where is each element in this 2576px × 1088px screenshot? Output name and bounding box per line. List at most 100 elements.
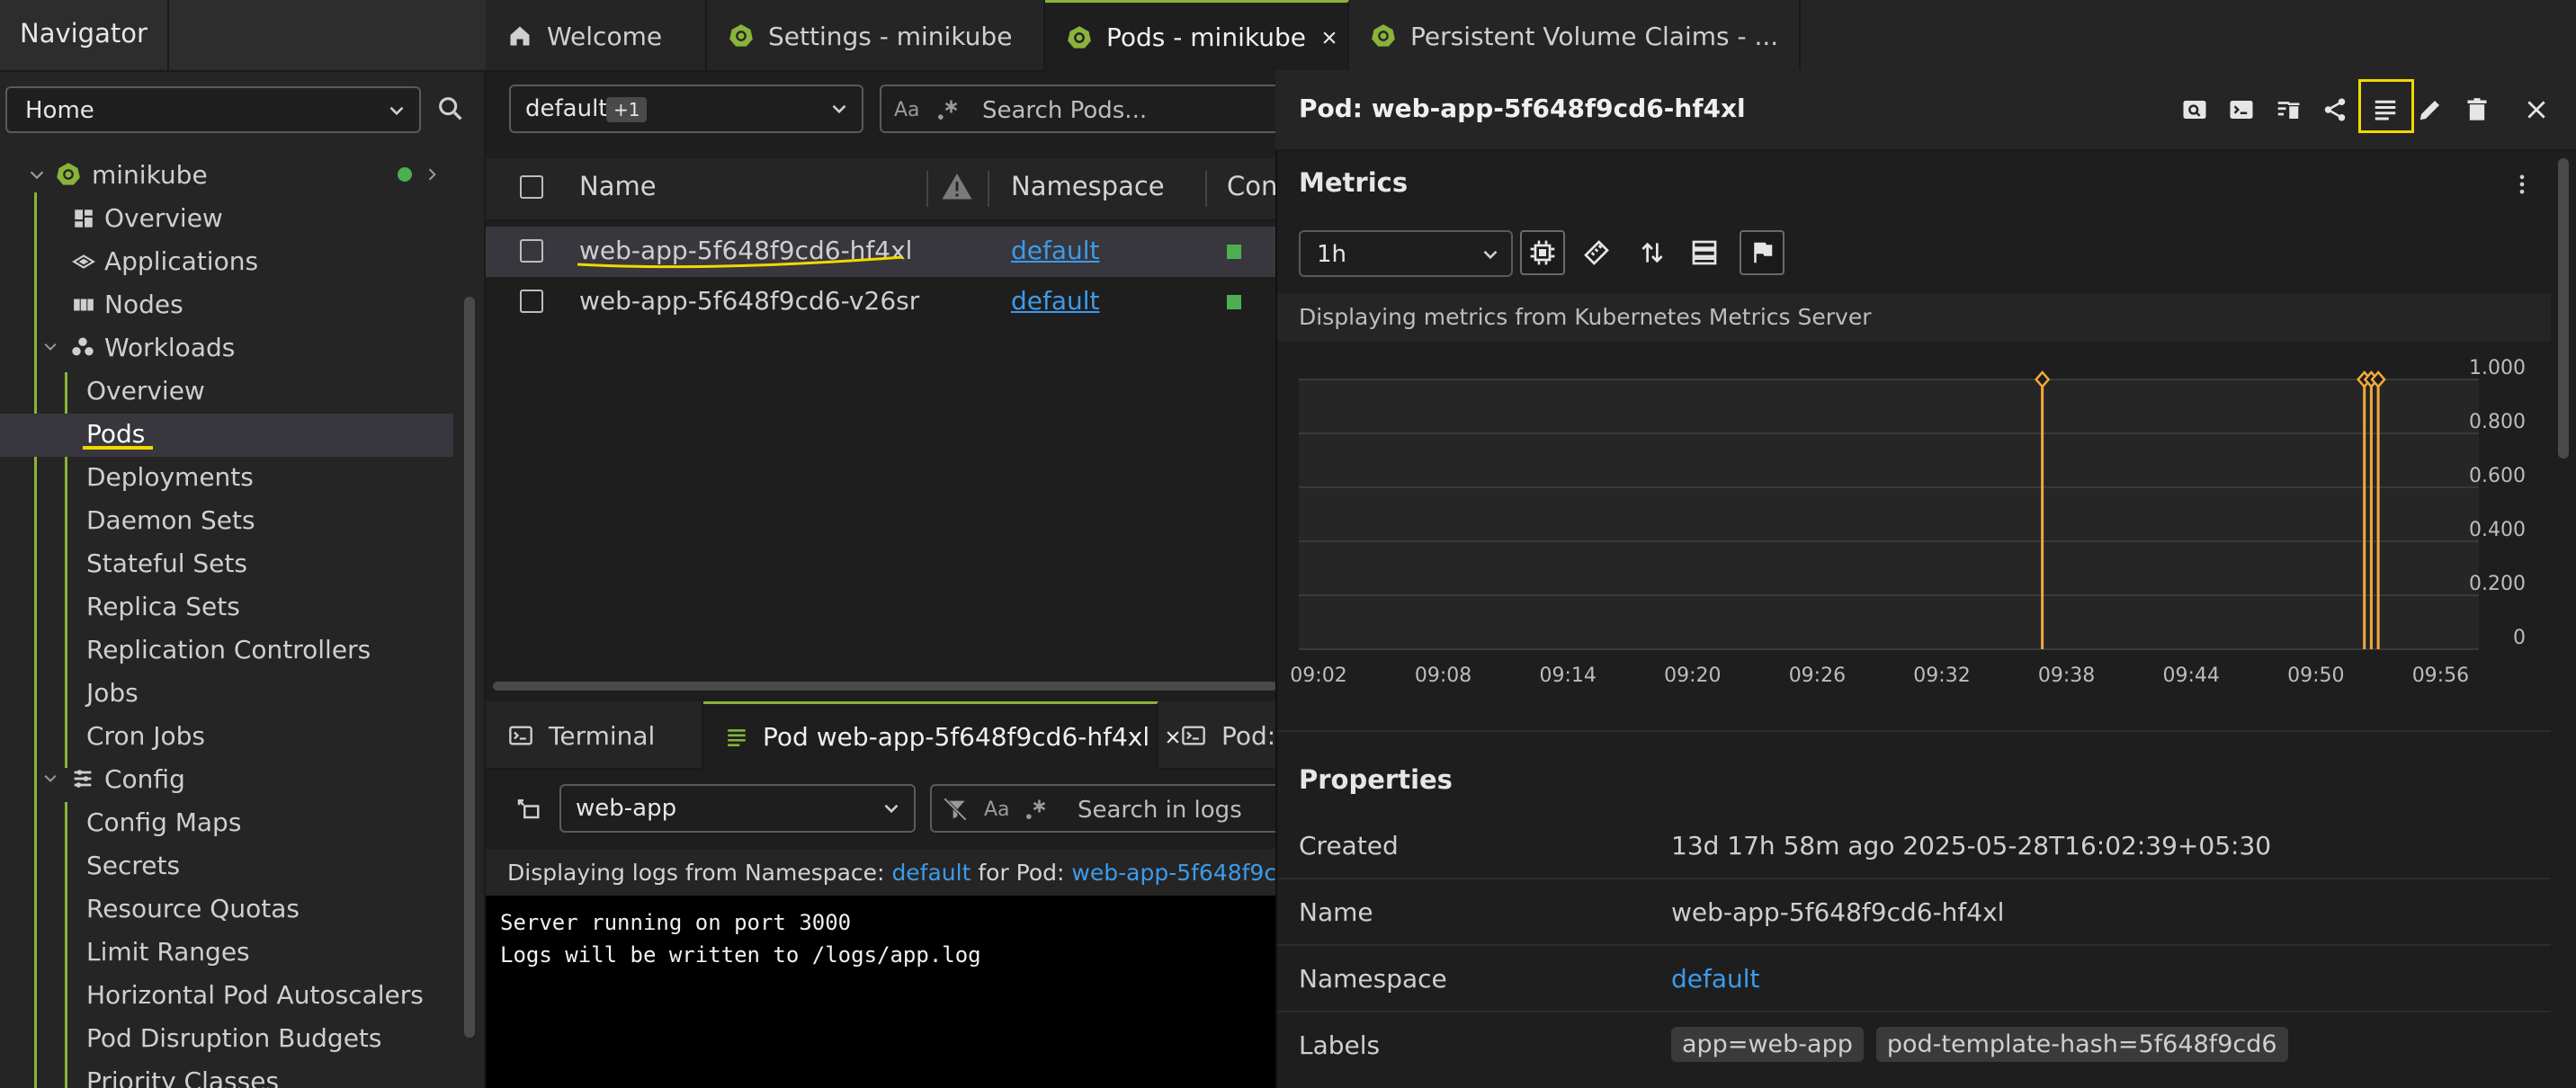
drawer-scrollbar[interactable]: [2558, 158, 2569, 459]
sidebar-item-cluster[interactable]: minikube: [92, 160, 208, 190]
sidebar-item-workloads-overview[interactable]: Overview: [86, 376, 205, 406]
sidebar-item-replica-sets[interactable]: Replica Sets: [86, 592, 240, 621]
namespace-select[interactable]: default +1: [509, 85, 863, 133]
container-status-indicator: [1227, 245, 1241, 259]
metrics-memory-tab[interactable]: [1574, 230, 1619, 275]
restore-icon[interactable]: [513, 795, 543, 822]
tab-settings[interactable]: Settings - minikube: [707, 0, 1045, 72]
pod-name[interactable]: web-app-5f648f9cd6-v26sr: [579, 286, 919, 316]
property-row-name: Name web-app-5f648f9cd6-hf4xl: [1277, 879, 2551, 946]
sidebar-scrollbar[interactable]: [464, 297, 475, 1038]
column-divider: [988, 171, 989, 207]
tab-persistent-volume-claims[interactable]: Persistent Volume Claims - ...: [1349, 0, 1801, 72]
sidebar-item-daemon-sets[interactable]: Daemon Sets: [86, 505, 255, 535]
row-checkbox[interactable]: [520, 239, 543, 263]
clear-filter-icon[interactable]: [943, 797, 968, 822]
sidebar-item-pdb[interactable]: Pod Disruption Budgets: [86, 1023, 381, 1053]
pod-namespace-link[interactable]: default: [1011, 236, 1100, 265]
select-all-checkbox[interactable]: [520, 175, 543, 199]
pod-shell-inspect-button[interactable]: [2177, 92, 2213, 128]
logs-info-prefix: Displaying logs from Namespace:: [507, 860, 885, 886]
sidebar-item-resource-quotas[interactable]: Resource Quotas: [86, 894, 300, 923]
tab-pods[interactable]: Pods - minikube: [1045, 0, 1349, 72]
table-row[interactable]: web-app-5f648f9cd6-v26sr default: [486, 277, 1277, 327]
sidebar-item-nodes[interactable]: Nodes: [104, 290, 183, 319]
search-pods-field[interactable]: Aa Search Pods...: [880, 85, 1293, 133]
pod-shell-button[interactable]: [2223, 92, 2259, 128]
regex-icon[interactable]: [935, 97, 961, 122]
sidebar-item-applications[interactable]: Applications: [104, 246, 258, 276]
chevron-down-icon: [1479, 243, 1502, 266]
edit-button[interactable]: [2412, 92, 2448, 128]
nodes-icon: [70, 293, 97, 317]
warning-icon[interactable]: [939, 171, 975, 203]
match-case-toggle[interactable]: Aa: [894, 99, 920, 121]
terminal-icon: [1180, 723, 1207, 748]
chevron-down-icon[interactable]: [41, 338, 59, 356]
property-row-labels: Labels app=web-app pod-template-hash=5f64…: [1277, 1012, 2551, 1088]
tab-label: Pods - minikube: [1106, 22, 1306, 52]
navigator-title: Navigator: [20, 18, 148, 49]
metrics-filesystem-tab[interactable]: [1682, 230, 1727, 275]
dock-tab-terminal[interactable]: Terminal: [486, 701, 703, 770]
property-row-namespace: Namespace default: [1277, 946, 2551, 1012]
sidebar-item-overview[interactable]: Overview: [104, 203, 223, 233]
delete-button[interactable]: [2459, 92, 2495, 128]
close-drawer-button[interactable]: [2518, 92, 2554, 128]
search-icon[interactable]: [435, 94, 466, 124]
sidebar-item-stateful-sets[interactable]: Stateful Sets: [86, 548, 247, 578]
sidebar-item-priority-classes[interactable]: Priority Classes: [86, 1066, 279, 1088]
metrics-events-tab[interactable]: [1740, 230, 1784, 275]
storage-icon: [1690, 238, 1719, 267]
workloads-icon: [70, 334, 95, 360]
pod-namespace-link[interactable]: default: [1011, 286, 1100, 316]
drawer-title: Pod: web-app-5f648f9cd6-hf4xl: [1299, 94, 1746, 123]
more-vertical-icon[interactable]: [2509, 171, 2535, 198]
sidebar-item-config-maps[interactable]: Config Maps: [86, 807, 241, 837]
sidebar-item-jobs[interactable]: Jobs: [86, 678, 139, 708]
table-horizontal-scrollbar[interactable]: [493, 682, 1277, 691]
sidebar-item-workloads[interactable]: Workloads: [104, 333, 235, 362]
metrics-range-value: 1h: [1317, 241, 1347, 268]
close-icon[interactable]: [1320, 29, 1338, 47]
chevron-down-icon: [827, 97, 851, 120]
search-logs-field[interactable]: Aa Search in logs: [930, 784, 1308, 833]
sidebar-item-secrets[interactable]: Secrets: [86, 851, 180, 880]
sidebar-item-limit-ranges[interactable]: Limit Ranges: [86, 937, 250, 967]
regex-icon[interactable]: [1024, 797, 1049, 822]
chevron-down-icon: [880, 797, 903, 820]
logs-info-namespace-link[interactable]: default: [891, 860, 970, 886]
label-chip: pod-template-hash=5f648f9cd6: [1875, 1027, 2288, 1062]
chevron-down-icon[interactable]: [41, 770, 59, 788]
navigator-header: Navigator: [0, 0, 486, 72]
chevron-down-icon[interactable]: [27, 165, 47, 185]
sidebar-item-cron-jobs[interactable]: Cron Jobs: [86, 721, 205, 751]
metrics-cpu-tab[interactable]: [1520, 230, 1565, 275]
sidebar-item-replication-controllers[interactable]: Replication Controllers: [86, 635, 371, 664]
sidebar-item-config[interactable]: Config: [104, 764, 185, 794]
tab-welcome[interactable]: Welcome: [486, 0, 707, 72]
tab-label: Persistent Volume Claims - ...: [1410, 21, 1779, 51]
chevron-right-icon[interactable]: [423, 165, 441, 183]
sidebar-item-hpa[interactable]: Horizontal Pod Autoscalers: [86, 980, 424, 1010]
log-output[interactable]: Server running on port 3000 Logs will be…: [486, 896, 1277, 1088]
metrics-network-tab[interactable]: [1630, 230, 1675, 275]
config-icon: [70, 766, 95, 791]
x-tick-label: 09:44: [2162, 664, 2219, 687]
property-namespace-link[interactable]: default: [1671, 964, 1760, 994]
sidebar-item-pods[interactable]: Pods: [86, 419, 145, 449]
overview-icon: [72, 207, 95, 230]
sidebar-item-deployments[interactable]: Deployments: [86, 462, 254, 492]
y-tick-label: 1.000: [2469, 357, 2526, 379]
logs-info-pod-link[interactable]: web-app-5f648f9cd6-hf4x: [1071, 860, 1277, 886]
row-checkbox[interactable]: [520, 290, 543, 313]
column-header-namespace[interactable]: Namespace: [1011, 171, 1165, 201]
dock-tab-pod-logs[interactable]: Pod web-app-5f648f9cd6-hf4xl: [703, 701, 1179, 770]
evict-button[interactable]: [2270, 92, 2306, 128]
context-select[interactable]: Home: [5, 86, 421, 133]
attach-button[interactable]: [2317, 92, 2353, 128]
match-case-toggle[interactable]: Aa: [984, 798, 1010, 821]
column-header-name[interactable]: Name: [579, 171, 657, 201]
metrics-range-select[interactable]: 1h: [1299, 230, 1513, 277]
container-select[interactable]: web-app: [559, 784, 916, 833]
